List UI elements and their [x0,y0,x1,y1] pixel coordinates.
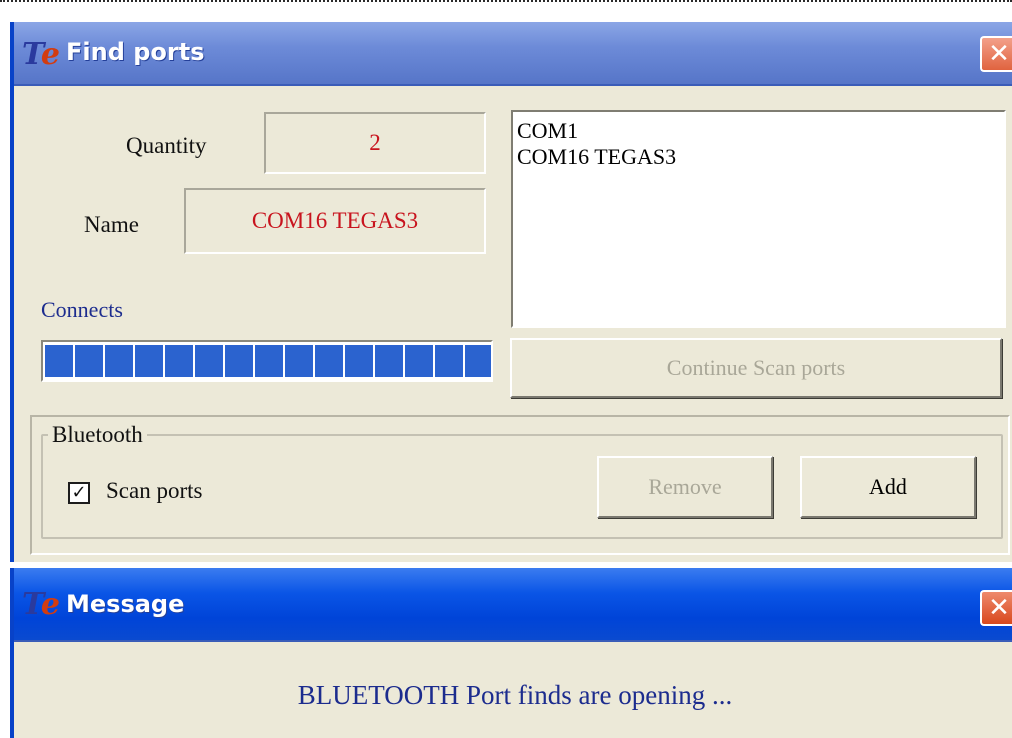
te-logo-icon: Te [22,587,60,622]
connect-progress-bar [41,340,493,382]
progress-block [255,345,283,377]
progress-block [435,345,463,377]
progress-block [135,345,163,377]
progress-block [405,345,433,377]
connects-label: Connects [41,297,123,322]
progress-fill [45,345,491,377]
quantity-field: 2 [264,112,486,174]
message-title: Message [66,590,185,618]
progress-block [45,345,73,377]
add-button[interactable]: Add [800,456,976,518]
list-item[interactable]: COM16 TEGAS3 [517,144,1000,170]
background-window-edge [0,0,1012,24]
progress-block [75,345,103,377]
window-title: Find ports [66,38,205,66]
find-ports-window: Te Find ports ✕ Quantity 2 Name COM16 TE… [10,22,1012,562]
progress-block [165,345,193,377]
progress-block [315,345,343,377]
progress-block [105,345,133,377]
find-ports-titlebar[interactable]: Te Find ports ✕ [14,22,1012,86]
ports-listbox[interactable]: COM1 COM16 TEGAS3 [511,110,1006,328]
progress-block [345,345,373,377]
checkmark-icon: ✓ [71,482,87,503]
bluetooth-group-title: Bluetooth [48,422,147,448]
quantity-label: Quantity [126,133,207,158]
message-titlebar[interactable]: Te Message ✕ [14,568,1012,642]
list-item[interactable]: COM1 [517,118,1000,144]
close-icon[interactable]: ✕ [980,36,1012,72]
message-text: BLUETOOTH Port finds are opening ... [297,680,733,710]
name-label: Name [84,212,139,237]
continue-scan-button[interactable]: Continue Scan ports [510,338,1002,398]
te-logo-icon: Te [22,37,60,72]
scan-ports-label[interactable]: Scan ports [106,478,202,504]
close-icon[interactable]: ✕ [980,590,1012,626]
progress-block [225,345,253,377]
progress-block [285,345,313,377]
progress-block [375,345,403,377]
remove-button[interactable]: Remove [597,456,773,518]
name-field: COM16 TEGAS3 [184,188,486,254]
message-window: Te Message ✕ BLUETOOTH Port finds are op… [10,568,1012,738]
progress-block [465,345,491,377]
scan-ports-checkbox[interactable]: ✓ [68,482,90,504]
progress-block [195,345,223,377]
